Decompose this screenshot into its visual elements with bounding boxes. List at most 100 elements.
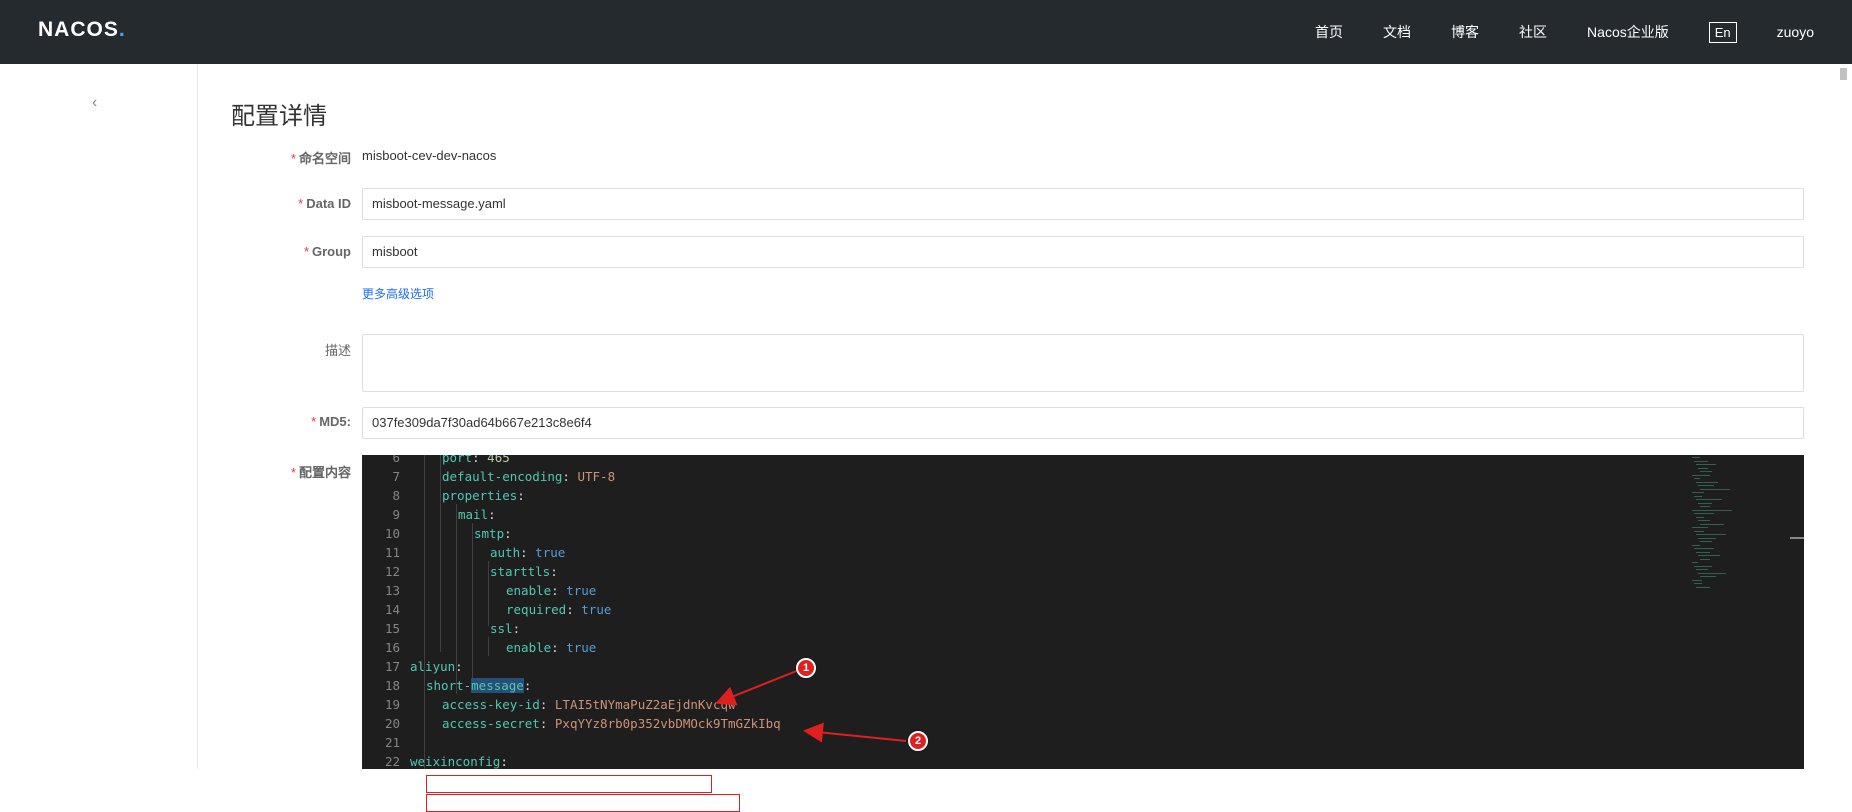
- advanced-options-link[interactable]: 更多高级选项: [362, 285, 434, 302]
- required-mark: *: [290, 151, 296, 166]
- line-number: 12: [384, 564, 400, 579]
- line-number: 17: [384, 659, 400, 674]
- yaml-separator: :: [472, 455, 488, 465]
- code-line: 7 default-encoding: UTF-8: [362, 467, 1804, 486]
- highlight-box-access-key-id: [426, 775, 712, 793]
- code-text: ssl:: [490, 619, 520, 638]
- config-code-editor[interactable]: 6 port: 465 7 default-encoding: UTF-8 8 prope…: [362, 455, 1804, 769]
- code-line: 6 port: 465: [362, 455, 1804, 467]
- nav-blog[interactable]: 博客: [1451, 22, 1479, 42]
- md5-field[interactable]: 037fe309da7f30ad64b667e213c8e6f4: [362, 407, 1804, 439]
- yaml-value: UTF-8: [577, 469, 616, 484]
- minimap-line: [1696, 586, 1710, 588]
- nacos-logo[interactable]: NACOS.: [38, 18, 126, 42]
- yaml-separator: :: [550, 564, 558, 579]
- yaml-separator: :: [539, 716, 555, 731]
- yaml-separator: :: [523, 678, 532, 693]
- minimap-line: [1696, 534, 1726, 535]
- line-number: 21: [384, 735, 400, 750]
- yaml-separator: :: [504, 526, 512, 541]
- editor-minimap[interactable]: [1692, 455, 1792, 605]
- minimap-line: [1694, 478, 1700, 479]
- minimap-line: [1692, 474, 1710, 476]
- language-switch-button[interactable]: En: [1708, 21, 1737, 43]
- page-scrollbar-thumb[interactable]: [1840, 68, 1847, 80]
- yaml-separator: :: [566, 602, 582, 617]
- code-line: 21: [362, 733, 1804, 752]
- minimap-line: [1698, 467, 1708, 469]
- line-number: 6: [392, 455, 400, 465]
- code-line: 17 aliyun:: [362, 657, 1804, 676]
- yaml-key: enable: [506, 583, 552, 598]
- md5-label-text: MD5:: [319, 414, 351, 429]
- required-mark: *: [298, 196, 304, 211]
- minimap-line: [1692, 509, 1732, 511]
- page-scrollbar[interactable]: [1835, 64, 1852, 769]
- logo-text-co: COS: [70, 18, 119, 41]
- line-number: 10: [384, 526, 400, 541]
- code-text: starttls:: [490, 562, 558, 581]
- group-field[interactable]: misboot: [362, 236, 1804, 268]
- yaml-key: properties: [442, 488, 518, 503]
- yaml-value: PxqYYz8rb0p352vbDMOck9TmGZkIbq: [554, 716, 781, 731]
- yaml-key-selection: message: [471, 678, 524, 693]
- minimap-line: [1696, 569, 1708, 570]
- minimap-line: [1700, 471, 1712, 472]
- yaml-key: enable: [506, 640, 552, 655]
- yaml-key: starttls: [490, 564, 551, 579]
- namespace-value: misboot-cev-dev-nacos: [362, 148, 497, 163]
- description-textarea[interactable]: [362, 334, 1804, 392]
- code-text: weixinconfig:: [410, 752, 508, 769]
- minimap-line: [1692, 492, 1704, 493]
- code-text: access-secret: PxqYYz8rb0p352vbDMOck9TmG…: [442, 714, 781, 733]
- content-label-text: 配置内容: [298, 465, 351, 480]
- code-text: mail:: [458, 505, 496, 524]
- minimap-line: [1698, 520, 1710, 521]
- yaml-separator: :: [517, 488, 525, 503]
- yaml-key: mail: [458, 507, 489, 522]
- data-id-field[interactable]: misboot-message.yaml: [362, 188, 1804, 220]
- line-number: 8: [392, 488, 400, 503]
- line-number: 16: [384, 640, 400, 655]
- code-line: 11 auth: true: [362, 543, 1804, 562]
- minimap-line: [1698, 572, 1726, 574]
- minimap-line: [1698, 502, 1712, 504]
- namespace-label-text: 命名空间: [298, 151, 351, 166]
- required-mark: *: [303, 244, 309, 259]
- nav-docs[interactable]: 文档: [1383, 22, 1411, 42]
- line-number: 7: [392, 469, 400, 484]
- yaml-key: smtp: [474, 526, 505, 541]
- main-content: 配置详情 * 命名空间 misboot-cev-dev-nacos * Data I…: [199, 64, 1852, 812]
- chevron-left-icon[interactable]: ‹: [92, 94, 97, 112]
- annotation-badge-1: 1: [796, 658, 816, 678]
- minimap-line: [1694, 495, 1702, 497]
- user-menu[interactable]: zuoyo: [1777, 24, 1814, 40]
- yaml-separator: :: [488, 507, 496, 522]
- sidebar: ‹: [0, 64, 198, 769]
- yaml-separator: :: [551, 640, 567, 655]
- minimap-line: [1700, 541, 1712, 542]
- minimap-line: [1692, 457, 1700, 458]
- code-text: aliyun:: [410, 657, 463, 676]
- editor-scroll-indicator[interactable]: [1790, 537, 1804, 539]
- code-text: access-key-id: LTAI5tNYmaPuZ2aEjdnKvcqw: [442, 695, 736, 714]
- nav-home[interactable]: 首页: [1315, 22, 1343, 42]
- minimap-line: [1700, 523, 1724, 525]
- yaml-separator: :: [512, 621, 521, 636]
- minimap-line: [1692, 562, 1698, 563]
- minimap-line: [1692, 527, 1708, 528]
- minimap-line: [1698, 537, 1716, 539]
- code-line: 10 smtp:: [362, 524, 1804, 543]
- yaml-separator: :: [455, 659, 463, 674]
- code-line: 15 ssl:: [362, 619, 1804, 638]
- nav-community[interactable]: 社区: [1519, 22, 1547, 42]
- nav-enterprise[interactable]: Nacos企业版: [1587, 22, 1669, 42]
- code-text: required: true: [506, 600, 611, 619]
- code-text: default-encoding: UTF-8: [442, 467, 615, 486]
- code-line: 9 mail:: [362, 505, 1804, 524]
- logo-text-na: NA: [38, 18, 71, 41]
- yaml-key: auth: [490, 545, 521, 560]
- logo-dot: .: [118, 18, 126, 41]
- group-label: * Group: [199, 244, 351, 259]
- line-number: 14: [384, 602, 400, 617]
